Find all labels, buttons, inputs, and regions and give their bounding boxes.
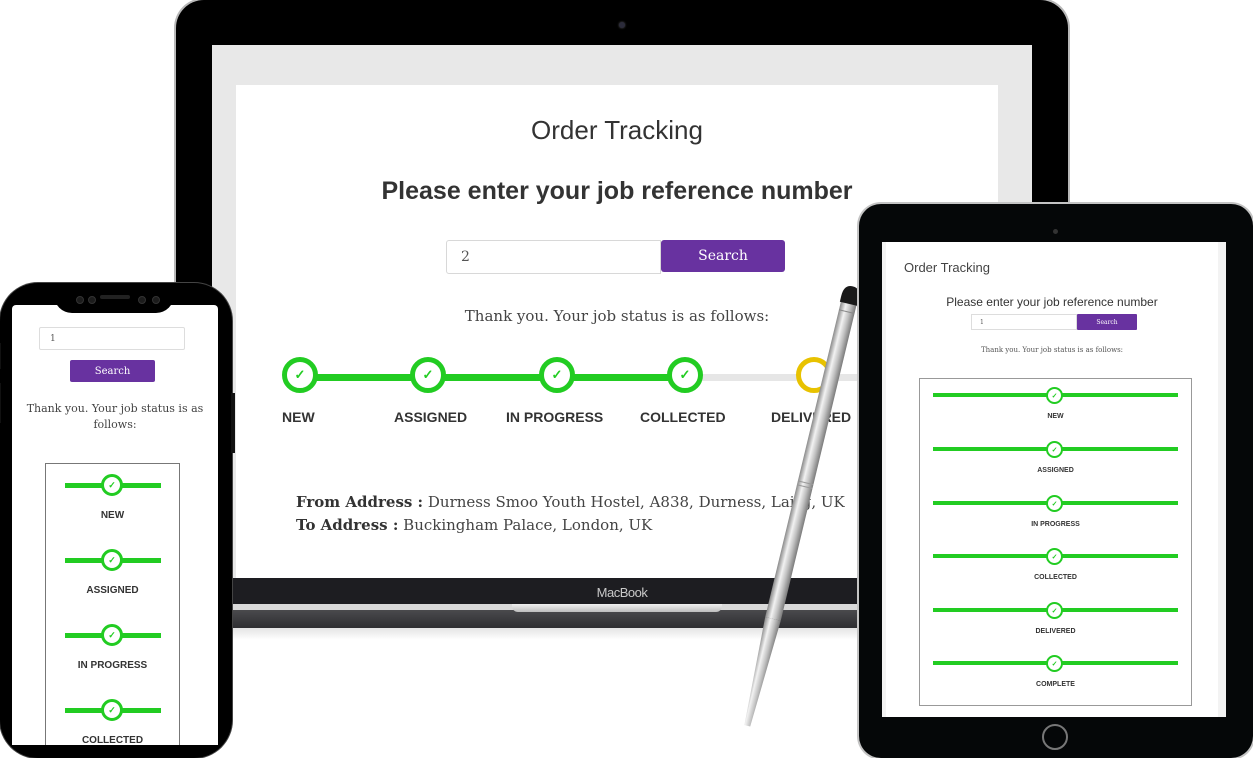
search-button[interactable]: Search xyxy=(70,360,155,382)
phone-volume-button xyxy=(0,343,1,369)
step-status-circle: ✓ xyxy=(1046,495,1063,512)
phone-sensor xyxy=(152,296,160,304)
step-label: DELIVERED xyxy=(771,409,852,425)
check-icon: ✓ xyxy=(1051,446,1058,454)
progress-tracker-vertical: ✓ NEW ✓ ASSIGNED ✓ IN PROGRESS ✓ COLLECT… xyxy=(45,463,180,745)
search-form: Search xyxy=(446,240,785,274)
check-icon: ✓ xyxy=(1051,553,1058,561)
check-icon: ✓ xyxy=(1051,607,1058,615)
step-label: IN PROGRESS xyxy=(506,409,604,425)
step-status-circle: ✓ xyxy=(101,699,123,721)
phone-sensor xyxy=(76,296,84,304)
step-status-circle: ✓ xyxy=(667,357,703,393)
step-status-circle: ✓ xyxy=(1046,548,1063,565)
check-icon: ✓ xyxy=(108,554,116,565)
status-intro-text: Thank you. Your job status is as follows… xyxy=(26,402,204,431)
step-status-circle: ✓ xyxy=(1046,441,1063,458)
step-label: ASSIGNED xyxy=(86,585,139,596)
step-label: NEW xyxy=(1047,413,1064,420)
step-label: IN PROGRESS xyxy=(77,660,148,671)
laptop-camera xyxy=(619,22,625,28)
step-label: COLLECTED xyxy=(640,409,726,425)
check-icon: ✓ xyxy=(294,367,306,382)
tablet-home-button[interactable] xyxy=(1042,724,1068,750)
step-label: DELIVERED xyxy=(1035,628,1076,635)
check-icon: ✓ xyxy=(422,367,434,382)
phone-screen: Search Thank you. Your job status is as … xyxy=(12,305,218,745)
check-icon: ✓ xyxy=(1051,392,1058,400)
check-icon: ✓ xyxy=(108,704,116,715)
tablet-device: Order Tracking Please enter your job ref… xyxy=(859,204,1253,758)
tablet-screen: Order Tracking Please enter your job ref… xyxy=(882,242,1226,717)
to-address-label: To Address : xyxy=(296,516,399,534)
from-address-label: From Address : xyxy=(296,493,424,511)
step-status-circle: ✓ xyxy=(1046,602,1063,619)
to-address-value: Buckingham Palace, London, UK xyxy=(403,516,653,534)
address-block: From Address : Durness Smoo Youth Hostel… xyxy=(296,491,845,537)
job-reference-input[interactable] xyxy=(446,240,661,274)
step-status-circle: ✓ xyxy=(1046,655,1063,672)
step-status-circle: ✓ xyxy=(101,474,123,496)
to-address: To Address : Buckingham Palace, London, … xyxy=(296,514,845,537)
step-label: IN PROGRESS xyxy=(1031,521,1080,528)
status-intro-text: Thank you. Your job status is as follows… xyxy=(980,346,1124,354)
page-subtitle: Please enter your job reference number xyxy=(381,177,853,205)
phone-speaker xyxy=(100,295,130,299)
phone-device: Search Thank you. Your job status is as … xyxy=(0,283,235,758)
tablet-camera xyxy=(1053,229,1058,234)
check-icon: ✓ xyxy=(1051,660,1058,668)
track-fill xyxy=(300,374,670,381)
check-icon: ✓ xyxy=(108,479,116,490)
step-label: ASSIGNED xyxy=(394,409,468,425)
check-icon: ✓ xyxy=(679,367,691,382)
step-label: COLLECTED xyxy=(1034,574,1077,581)
order-tracking-page: Order Tracking Please enter your job ref… xyxy=(886,242,1218,717)
check-icon: ✓ xyxy=(108,629,116,640)
search-button[interactable]: Search xyxy=(661,240,785,272)
phone-camera xyxy=(88,296,96,304)
step-status-circle: ✓ xyxy=(101,549,123,571)
step-status-circle: ✓ xyxy=(410,357,446,393)
phone-power-button xyxy=(231,393,235,453)
phone-volume-button xyxy=(0,383,1,423)
step-status-circle: ✓ xyxy=(539,357,575,393)
laptop-hinge-notch xyxy=(512,604,722,612)
step-label: COLLECTED xyxy=(81,735,144,745)
step-label: NEW xyxy=(282,409,315,425)
step-status-circle: ✓ xyxy=(282,357,318,393)
phone-sensor xyxy=(138,296,146,304)
from-address: From Address : Durness Smoo Youth Hostel… xyxy=(296,491,845,514)
from-address-value: Durness Smoo Youth Hostel, A838, Durness… xyxy=(427,493,845,511)
job-reference-input[interactable] xyxy=(39,327,185,350)
check-icon: ✓ xyxy=(551,367,563,382)
search-button[interactable]: Search xyxy=(1077,314,1137,330)
search-form: Search xyxy=(971,314,1137,330)
progress-tracker-vertical: ✓ NEW ✓ ASSIGNED ✓ IN PROGRESS ✓ COLLECT… xyxy=(919,378,1192,706)
step-label: COMPLETE xyxy=(1036,681,1075,688)
phone-notch xyxy=(54,283,174,313)
page-title: Order Tracking xyxy=(904,260,990,275)
step-status-circle-pending xyxy=(796,357,832,393)
step-label: NEW xyxy=(100,510,125,521)
step-status-circle: ✓ xyxy=(1046,387,1063,404)
page-subtitle: Please enter your job reference number xyxy=(946,295,1158,309)
step-status-circle: ✓ xyxy=(101,624,123,646)
page-title: Order Tracking xyxy=(531,115,703,145)
check-icon: ✓ xyxy=(1051,500,1058,508)
job-reference-input[interactable] xyxy=(971,314,1077,330)
step-label: ASSIGNED xyxy=(1037,467,1074,474)
